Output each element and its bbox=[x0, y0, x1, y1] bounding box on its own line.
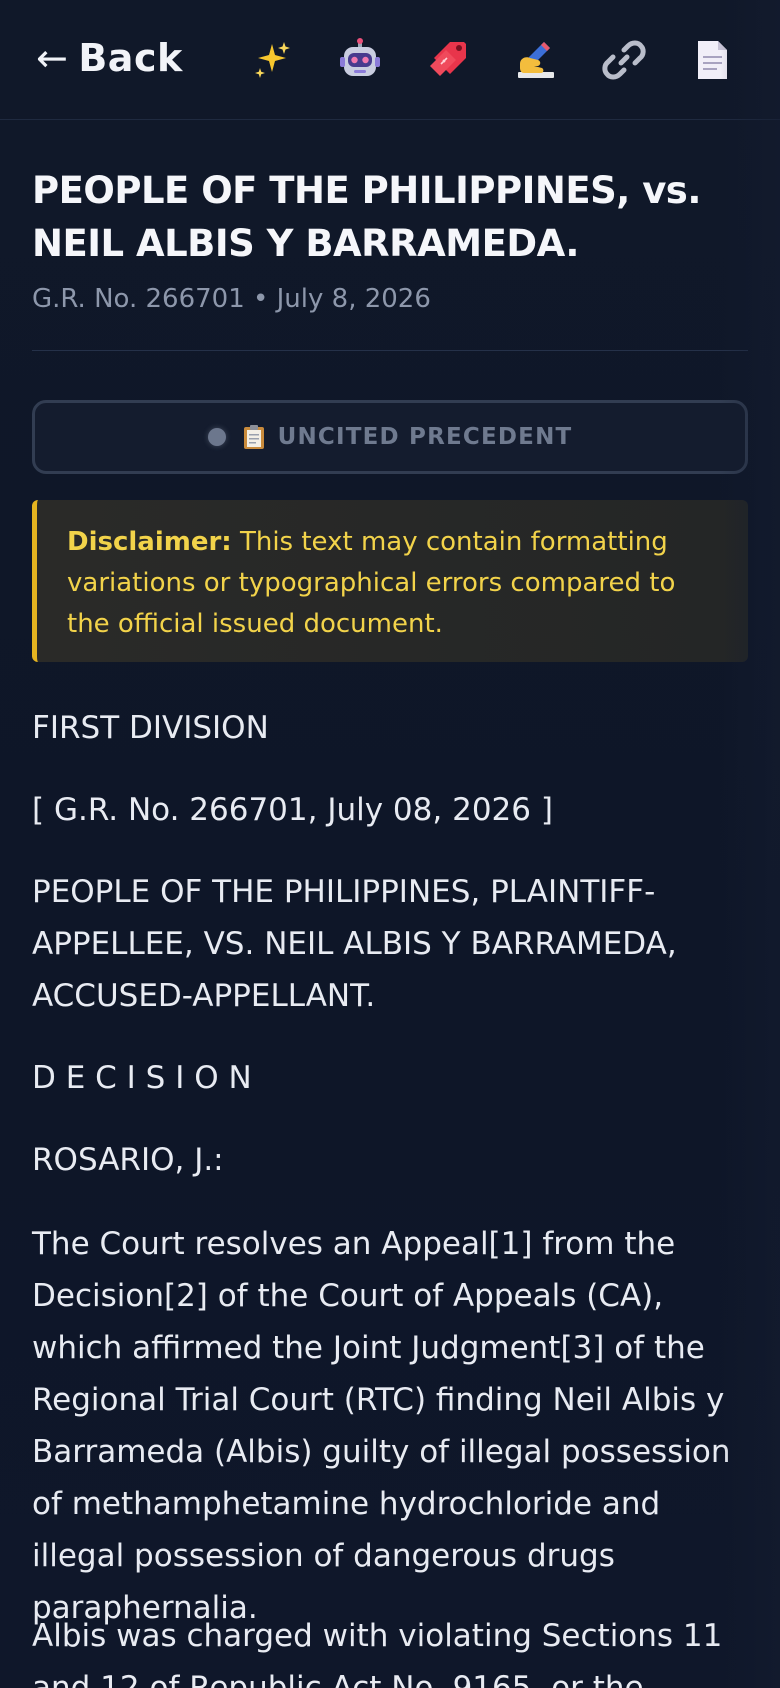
back-label: Back bbox=[78, 36, 183, 80]
clipboard-icon bbox=[242, 424, 266, 450]
division-heading: FIRST DIVISION bbox=[32, 710, 269, 746]
precedent-status-label: UNCITED PRECEDENT bbox=[277, 424, 573, 450]
precedent-status-badge: UNCITED PRECEDENT bbox=[32, 400, 748, 474]
header-divider bbox=[32, 350, 748, 351]
case-title: PEOPLE OF THE PHILIPPINES, vs. NEIL ALBI… bbox=[32, 169, 701, 265]
ponente-line: ROSARIO, J.: bbox=[32, 1142, 224, 1178]
disclaimer-text: Disclaimer: This text may contain format… bbox=[67, 522, 720, 645]
link-icon[interactable] bbox=[600, 36, 648, 84]
disclaimer-box: Disclaimer: This text may contain format… bbox=[32, 500, 748, 662]
disclaimer-lead: Disclaimer: bbox=[67, 527, 232, 557]
back-button[interactable]: ← Back bbox=[36, 36, 183, 80]
sparkles-icon[interactable] bbox=[248, 36, 296, 84]
docket-line: [ G.R. No. 266701, July 08, 2026 ] bbox=[32, 792, 553, 828]
case-meta: G.R. No. 266701 • July 8, 2026 bbox=[32, 284, 431, 314]
parties-line: PEOPLE OF THE PHILIPPINES, PLAINTIFF-APP… bbox=[32, 874, 677, 1014]
body-paragraph-1: The Court resolves an Appeal[1] from the… bbox=[32, 1226, 731, 1626]
body-paragraph-2: Albis was charged with violating Section… bbox=[32, 1618, 723, 1688]
bookmark-tag-icon[interactable] bbox=[424, 36, 472, 84]
robot-icon[interactable] bbox=[336, 36, 384, 84]
decision-heading: D E C I S I O N bbox=[32, 1060, 252, 1096]
document-icon[interactable] bbox=[688, 36, 736, 84]
back-arrow-icon: ← bbox=[36, 36, 69, 80]
status-dot-icon bbox=[207, 428, 226, 446]
writing-hand-icon[interactable] bbox=[512, 36, 560, 84]
case-viewer-page: ← Back PEOPLE OF THE PHILIPPINES, vs. NE… bbox=[0, 0, 780, 1688]
top-navigation-bar: ← Back bbox=[0, 0, 780, 120]
